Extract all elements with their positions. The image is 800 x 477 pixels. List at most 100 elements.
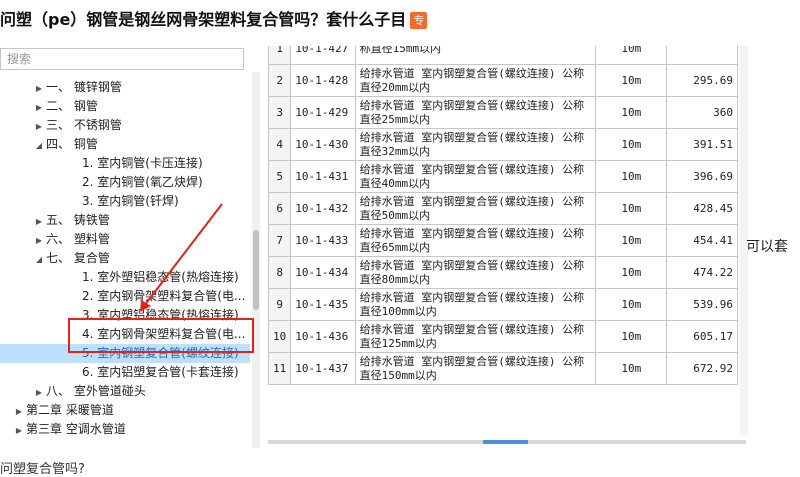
collapse-arrow-icon[interactable]: ◢	[32, 250, 46, 269]
tree-item-label: 一、 镀锌钢管	[46, 80, 122, 94]
tree-item[interactable]: 3. 室内铜管(钎焊)	[82, 192, 179, 211]
expand-arrow-icon[interactable]: ▶	[32, 98, 46, 117]
unit-cell: 10m	[595, 46, 668, 65]
quota-code-cell: 10-1-428	[290, 64, 356, 97]
unit-cell: 10m	[595, 64, 668, 97]
tree-item[interactable]: ◢ 四、 铜管	[32, 135, 98, 154]
tree-item-label: 第二章 采暖管道	[26, 403, 114, 417]
table-row[interactable]: 7 10-1-433 给排水管道 室内钢塑复合管(螺纹连接) 公称直径65mm以内 1…	[268, 224, 738, 257]
unit-cell: 10m	[595, 352, 668, 385]
quota-name-cell: 给排水管道 室内钢塑复合管(螺纹连接) 公称直径65mm以内	[354, 224, 597, 257]
tree-item-label: 2. 室内铜管(氧乙炔焊)	[82, 175, 203, 189]
tree-item[interactable]: ▶ 第二章 采暖管道	[12, 401, 114, 420]
annotation-highlight-box	[68, 318, 254, 353]
tree-item[interactable]: ◢ 七、 复合管	[32, 249, 110, 268]
expand-arrow-icon[interactable]: ▶	[32, 383, 46, 402]
tree-item-label: 五、 铸铁管	[46, 213, 110, 227]
quota-table-panel: 1 10-1-427 称直径15mm以内 10m 2 10-1-428 给排水管道 室内钢塑…	[268, 46, 738, 436]
tree-item[interactable]: ▶ 一、 镀锌钢管	[32, 78, 122, 97]
price-cell: 360	[666, 96, 738, 129]
tree-scrollbar[interactable]	[252, 72, 260, 448]
page-title-text: 问塑（pe）钢管是钢丝网骨架塑料复合管吗？套什么子目	[0, 10, 407, 29]
unit-cell: 10m	[595, 160, 668, 193]
table-row[interactable]: 2 10-1-428 给排水管道 室内钢塑复合管(螺纹连接) 公称直径20mm以内 1…	[268, 64, 738, 97]
expand-arrow-icon[interactable]: ▶	[32, 117, 46, 136]
quota-name-cell: 给排水管道 室内钢塑复合管(螺纹连接) 公称直径150mm以内	[354, 352, 597, 385]
quota-name-cell: 给排水管道 室内钢塑复合管(螺纹连接) 公称直径32mm以内	[354, 128, 597, 161]
tree-item[interactable]: 2. 室内铜管(氧乙炔焊)	[82, 173, 203, 192]
price-cell: 428.45	[666, 192, 738, 225]
quota-code-cell: 10-1-435	[290, 288, 356, 321]
quota-name-cell: 给排水管道 室内钢塑复合管(螺纹连接) 公称直径20mm以内	[354, 64, 597, 97]
table-row[interactable]: 9 10-1-435 给排水管道 室内钢塑复合管(螺纹连接) 公称直径100mm以内…	[268, 288, 738, 321]
tree-item-label: 第三章 空调水管道	[26, 422, 126, 436]
unit-cell: 10m	[595, 256, 668, 289]
horizontal-scrollbar-thumb[interactable]	[483, 440, 528, 444]
category-tree-panel: 搜索 ▶ 一、 镀锌钢管 ▶ 二、 钢管 ▶ 三、 不锈钢管 ◢ 四、 铜管 1. 室内铜管(卡…	[0, 46, 262, 448]
quota-code-cell: 10-1-430	[290, 128, 356, 161]
row-number-cell: 11	[268, 352, 292, 385]
tree-item[interactable]: 1. 室内铜管(卡压连接)	[82, 154, 203, 173]
tree-item[interactable]: 6. 室内铝塑复合管(卡套连接)	[82, 363, 239, 382]
unit-cell: 10m	[595, 192, 668, 225]
price-cell: 672.92	[666, 352, 738, 385]
tree-scrollbar-thumb[interactable]	[253, 230, 259, 310]
quota-code-cell: 10-1-427	[290, 46, 356, 65]
answer-snippet: 可以套	[746, 239, 788, 255]
expand-arrow-icon[interactable]: ▶	[32, 79, 46, 98]
tree-item-label: 四、 铜管	[46, 137, 98, 151]
tree-item[interactable]: ▶ 八、 室外管道碰头	[32, 382, 146, 401]
expand-arrow-icon[interactable]: ▶	[12, 421, 26, 440]
expand-arrow-icon[interactable]: ▶	[12, 402, 26, 421]
quota-name-cell: 称直径15mm以内	[354, 46, 597, 65]
quota-code-cell: 10-1-433	[290, 224, 356, 257]
unit-cell: 10m	[595, 288, 668, 321]
tree-item[interactable]: ▶ 第三章 空调水管道	[12, 420, 126, 439]
price-cell: 454.41	[666, 224, 738, 257]
table-row[interactable]: 8 10-1-434 给排水管道 室内钢塑复合管(螺纹连接) 公称直径80mm以内 1…	[268, 256, 738, 289]
horizontal-scrollbar[interactable]	[268, 440, 746, 444]
tree-item[interactable]: 1. 室外塑铝稳态管(热熔连接)	[82, 268, 239, 287]
quota-name-cell: 给排水管道 室内钢塑复合管(螺纹连接) 公称直径50mm以内	[354, 192, 597, 225]
quota-name-cell: 给排水管道 室内钢塑复合管(螺纹连接) 公称直径25mm以内	[354, 96, 597, 129]
table-row[interactable]: 1 10-1-427 称直径15mm以内 10m	[268, 46, 738, 65]
collapse-arrow-icon[interactable]: ◢	[32, 136, 46, 155]
tree-item-label: 2. 室内钢骨架塑料复合管(电...	[82, 289, 246, 303]
tree-item-label: 1. 室内铜管(卡压连接)	[82, 156, 203, 170]
table-row[interactable]: 4 10-1-430 给排水管道 室内钢塑复合管(螺纹连接) 公称直径32mm以内 1…	[268, 128, 738, 161]
table-row[interactable]: 11 10-1-437 给排水管道 室内钢塑复合管(螺纹连接) 公称直径150mm以…	[268, 352, 738, 385]
table-row[interactable]: 10 10-1-436 给排水管道 室内钢塑复合管(螺纹连接) 公称直径125mm以…	[268, 320, 738, 353]
tree-item-label: 六、 塑料管	[46, 232, 110, 246]
table-row[interactable]: 6 10-1-432 给排水管道 室内钢塑复合管(螺纹连接) 公称直径50mm以内 1…	[268, 192, 738, 225]
tree-item[interactable]: 2. 室内钢骨架塑料复合管(电...	[82, 287, 245, 306]
tree-item-label: 二、 钢管	[46, 99, 98, 113]
price-cell: 295.69	[666, 64, 738, 97]
price-cell: 474.22	[666, 256, 738, 289]
row-number-cell: 7	[268, 224, 292, 257]
row-number-cell: 4	[268, 128, 292, 161]
price-cell: 539.96	[666, 288, 738, 321]
quota-table: 1 10-1-427 称直径15mm以内 10m 2 10-1-428 给排水管道 室内钢塑…	[268, 46, 738, 385]
tree-item-label: 1. 室外塑铝稳态管(热熔连接)	[82, 270, 239, 284]
quota-code-cell: 10-1-432	[290, 192, 356, 225]
expand-arrow-icon[interactable]: ▶	[32, 212, 46, 231]
row-number-cell: 3	[268, 96, 292, 129]
quota-name-cell: 给排水管道 室内钢塑复合管(螺纹连接) 公称直径100mm以内	[354, 288, 597, 321]
price-cell: 396.69	[666, 160, 738, 193]
row-number-cell: 6	[268, 192, 292, 225]
tree-item-label: 6. 室内铝塑复合管(卡套连接)	[82, 365, 239, 379]
tree-item[interactable]: ▶ 二、 钢管	[32, 97, 98, 116]
tree-item-label: 八、 室外管道碰头	[46, 384, 146, 398]
price-cell: 391.51	[666, 128, 738, 161]
tree-item[interactable]: ▶ 三、 不锈钢管	[32, 116, 122, 135]
expand-arrow-icon[interactable]: ▶	[32, 231, 46, 250]
search-input[interactable]: 搜索	[0, 48, 244, 70]
tree-item[interactable]: ▶ 六、 塑料管	[32, 230, 110, 249]
quota-name-cell: 给排水管道 室内钢塑复合管(螺纹连接) 公称直径80mm以内	[354, 256, 597, 289]
row-number-cell: 5	[268, 160, 292, 193]
table-row[interactable]: 5 10-1-431 给排水管道 室内钢塑复合管(螺纹连接) 公称直径40mm以内 1…	[268, 160, 738, 193]
quota-code-cell: 10-1-429	[290, 96, 356, 129]
tree-item[interactable]: ▶ 五、 铸铁管	[32, 211, 110, 230]
quota-code-cell: 10-1-436	[290, 320, 356, 353]
table-row[interactable]: 3 10-1-429 给排水管道 室内钢塑复合管(螺纹连接) 公称直径25mm以内 1…	[268, 96, 738, 129]
